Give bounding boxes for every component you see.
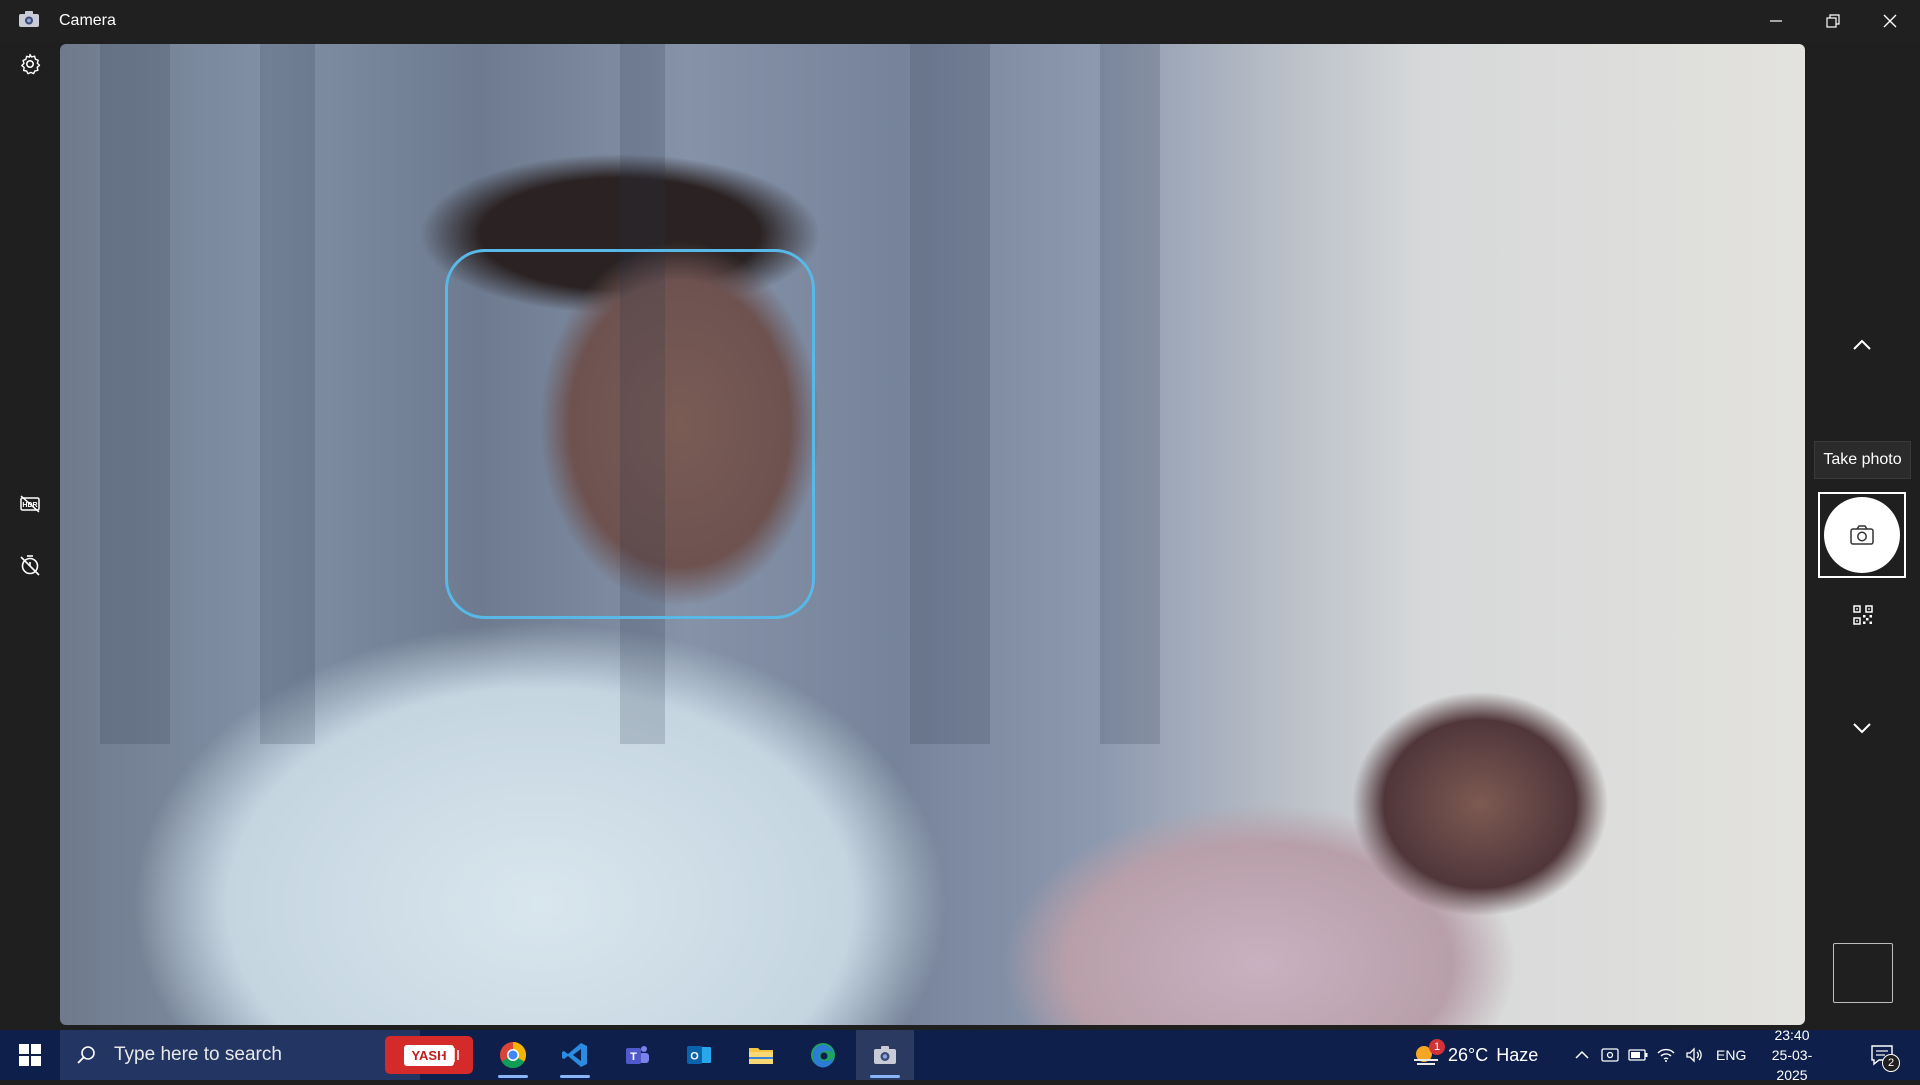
chrome-icon: [500, 1041, 527, 1069]
taskbar-vscode[interactable]: [546, 1030, 604, 1080]
timer-off-icon: [20, 555, 40, 576]
camera-app-icon: [18, 10, 40, 28]
title-bar: Camera: [0, 0, 1920, 42]
notification-center-button[interactable]: 2: [1862, 1030, 1902, 1080]
start-button[interactable]: [0, 1030, 60, 1080]
take-photo-tooltip: Take photo: [1814, 441, 1911, 479]
taskbar-file-explorer[interactable]: [732, 1030, 790, 1080]
settings-button[interactable]: [10, 44, 50, 84]
shutter-circle: [1824, 497, 1900, 573]
taskbar-teams[interactable]: T: [608, 1030, 666, 1080]
qr-scan-button[interactable]: [1848, 600, 1878, 630]
show-hidden-icons-button[interactable]: [1568, 1047, 1596, 1063]
system-tray: ENG: [1568, 1030, 1746, 1080]
search-box[interactable]: Type here to search YASH: [60, 1030, 473, 1080]
mode-up-button[interactable]: [1842, 325, 1882, 365]
minimize-icon: [1770, 20, 1782, 22]
search-placeholder: Type here to search: [114, 1044, 282, 1065]
curtain-fold: [260, 44, 315, 744]
minimize-button[interactable]: [1748, 0, 1804, 42]
search-icon: [77, 1046, 95, 1064]
meet-now-button[interactable]: [1596, 1047, 1624, 1063]
input-language[interactable]: ENG: [1716, 1047, 1746, 1063]
running-indicator: [498, 1075, 528, 1078]
task-view-button[interactable]: [421, 1030, 479, 1080]
volume-icon: [1686, 1047, 1702, 1063]
hdr-toggle-button[interactable]: HDR: [10, 484, 50, 524]
clock-time: 23:40: [1774, 1027, 1810, 1043]
vscode-icon: [562, 1043, 587, 1067]
task-view-icon: [440, 1047, 459, 1063]
gear-icon: [21, 53, 41, 75]
camera-app-icon: [874, 1046, 896, 1064]
chevron-up-icon: [1853, 339, 1871, 350]
edge-icon: [811, 1043, 835, 1068]
taskbar: Type here to search YASH T O 1 26°C Haze: [0, 1027, 1920, 1083]
svg-text:T: T: [630, 1051, 637, 1063]
outlook-icon: O: [687, 1046, 711, 1064]
camera-icon: [1850, 525, 1874, 545]
hdr-off-icon: HDR: [20, 495, 40, 513]
timer-toggle-button[interactable]: [10, 545, 50, 585]
taskbar-camera[interactable]: [856, 1030, 914, 1080]
chevron-down-icon: [1853, 723, 1871, 734]
last-capture-thumbnail[interactable]: [1833, 943, 1893, 1003]
taskbar-chrome[interactable]: [484, 1030, 542, 1080]
face-detection-box: [445, 249, 815, 619]
window-title: Camera: [59, 12, 116, 29]
running-indicator: [870, 1075, 900, 1078]
network-button[interactable]: [1652, 1047, 1680, 1063]
taskbar-outlook[interactable]: O: [670, 1030, 728, 1080]
clock-date: 25-03-2025: [1771, 1047, 1813, 1083]
curtain-fold: [100, 44, 170, 744]
notification-icon: 2: [1870, 1044, 1900, 1072]
teams-icon: T: [626, 1046, 649, 1064]
windows-logo-icon: [19, 1044, 41, 1066]
restore-icon: [1826, 14, 1840, 28]
curtain-fold: [910, 44, 990, 744]
qr-scan-icon: [1853, 605, 1873, 625]
restore-button[interactable]: [1805, 0, 1861, 42]
folder-icon: [749, 1048, 773, 1064]
wifi-icon: [1657, 1048, 1675, 1062]
mode-down-button[interactable]: [1842, 708, 1882, 748]
weather-haze-icon: 1: [1412, 1039, 1445, 1068]
weather-temp: 26°C: [1448, 1044, 1489, 1065]
webcam-tray-icon: [1601, 1048, 1619, 1062]
take-photo-button[interactable]: [1818, 492, 1906, 578]
weather-condition: Haze: [1496, 1044, 1539, 1065]
battery-button[interactable]: [1624, 1048, 1652, 1062]
notification-count: 2: [1882, 1054, 1900, 1072]
close-icon: [1883, 14, 1897, 28]
svg-text:O: O: [690, 1051, 699, 1063]
weather-widget[interactable]: 1 26°C Haze: [1412, 1030, 1538, 1080]
volume-button[interactable]: [1680, 1047, 1708, 1063]
close-button[interactable]: [1862, 0, 1918, 42]
battery-icon: [1628, 1049, 1648, 1061]
running-indicator: [560, 1075, 590, 1078]
weather-badge: 1: [1429, 1039, 1445, 1055]
camera-viewfinder[interactable]: [60, 44, 1805, 1025]
curtain-fold: [1100, 44, 1160, 744]
taskbar-edge[interactable]: [794, 1030, 852, 1080]
chevron-up-icon: [1575, 1050, 1589, 1059]
clock[interactable]: 23:40 25-03-2025: [1760, 1027, 1824, 1083]
